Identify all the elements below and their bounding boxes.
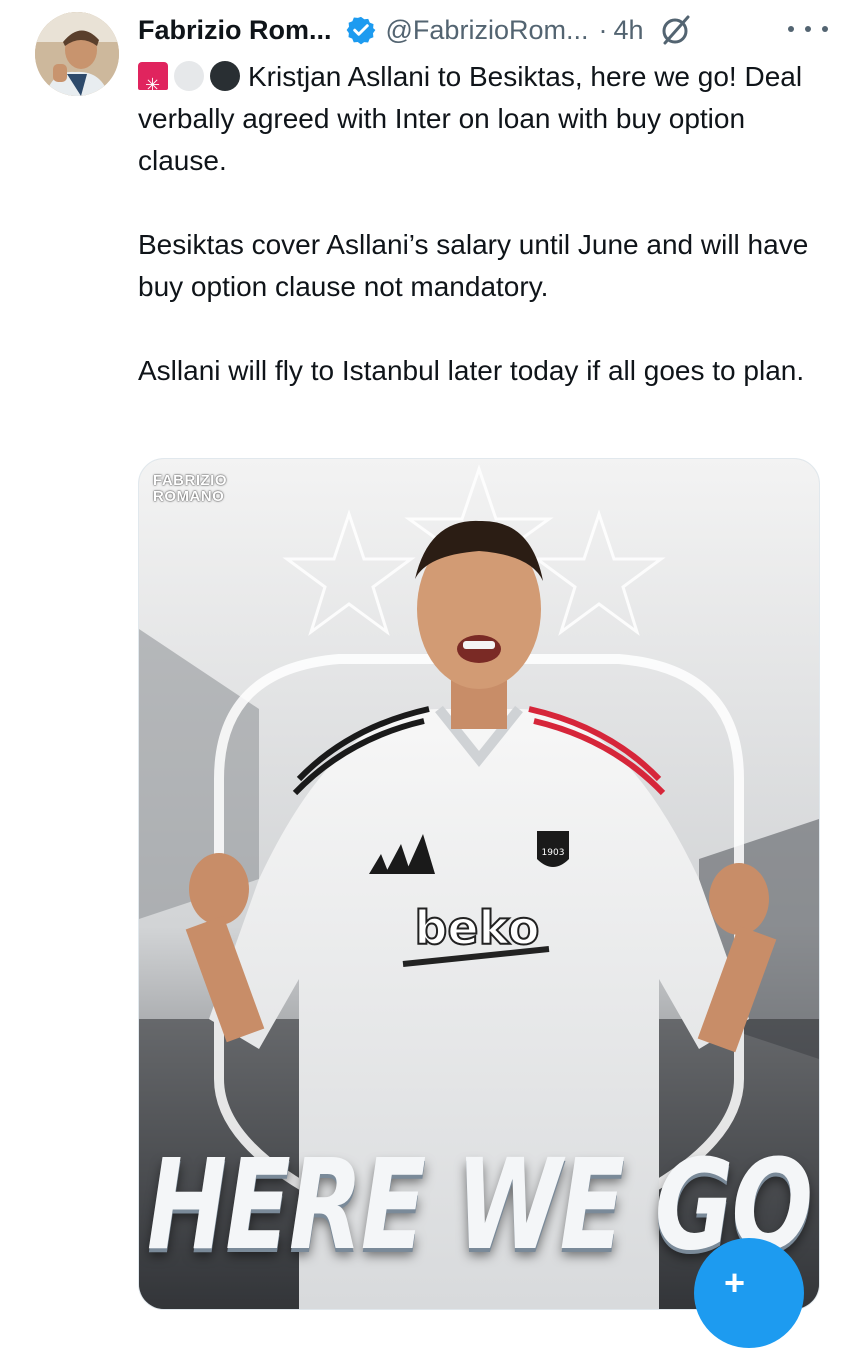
tweet-header: Fabrizio Rom... @FabrizioRom... · 4h [138, 10, 828, 50]
watermark-line-1: FABRIZIO [153, 472, 227, 489]
black-circle-emoji-icon [210, 61, 240, 91]
tweet-text: Kristjan Asllani to Besiktas, here we go… [138, 56, 828, 392]
tweet-paragraph-3: Asllani will fly to Istanbul later today… [138, 355, 805, 386]
siren-and-club-emojis [138, 61, 240, 106]
author-avatar[interactable] [35, 12, 119, 96]
watermark-line-2: ROMANO [153, 488, 225, 505]
tweet-paragraph-1: Kristjan Asllani to Besiktas, here we go… [138, 56, 828, 182]
sponsor-logo: beko [414, 901, 539, 955]
watermark: FABRIZIO ROMANO [153, 473, 227, 505]
grok-icon[interactable] [660, 14, 692, 46]
author-handle[interactable]: @FabrizioRom... [386, 15, 589, 46]
tweet-media-image[interactable]: 1903 beko FABRIZIO ROMANO HERE WE GO [138, 458, 820, 1310]
author-name[interactable]: Fabrizio Rom... [138, 15, 332, 46]
compose-button[interactable]: + [694, 1238, 804, 1348]
separator-dot: · [598, 14, 608, 45]
white-circle-emoji-icon [174, 61, 204, 91]
badge-year: 1903 [542, 848, 565, 858]
siren-emoji-icon [138, 62, 168, 106]
tweet-paragraph-2: Besiktas cover Asllani’s salary until Ju… [138, 229, 809, 302]
more-options-icon[interactable] [788, 14, 828, 44]
verified-badge-icon [346, 15, 376, 45]
tweet-time[interactable]: 4h [613, 15, 643, 46]
avatar-image [35, 12, 119, 96]
